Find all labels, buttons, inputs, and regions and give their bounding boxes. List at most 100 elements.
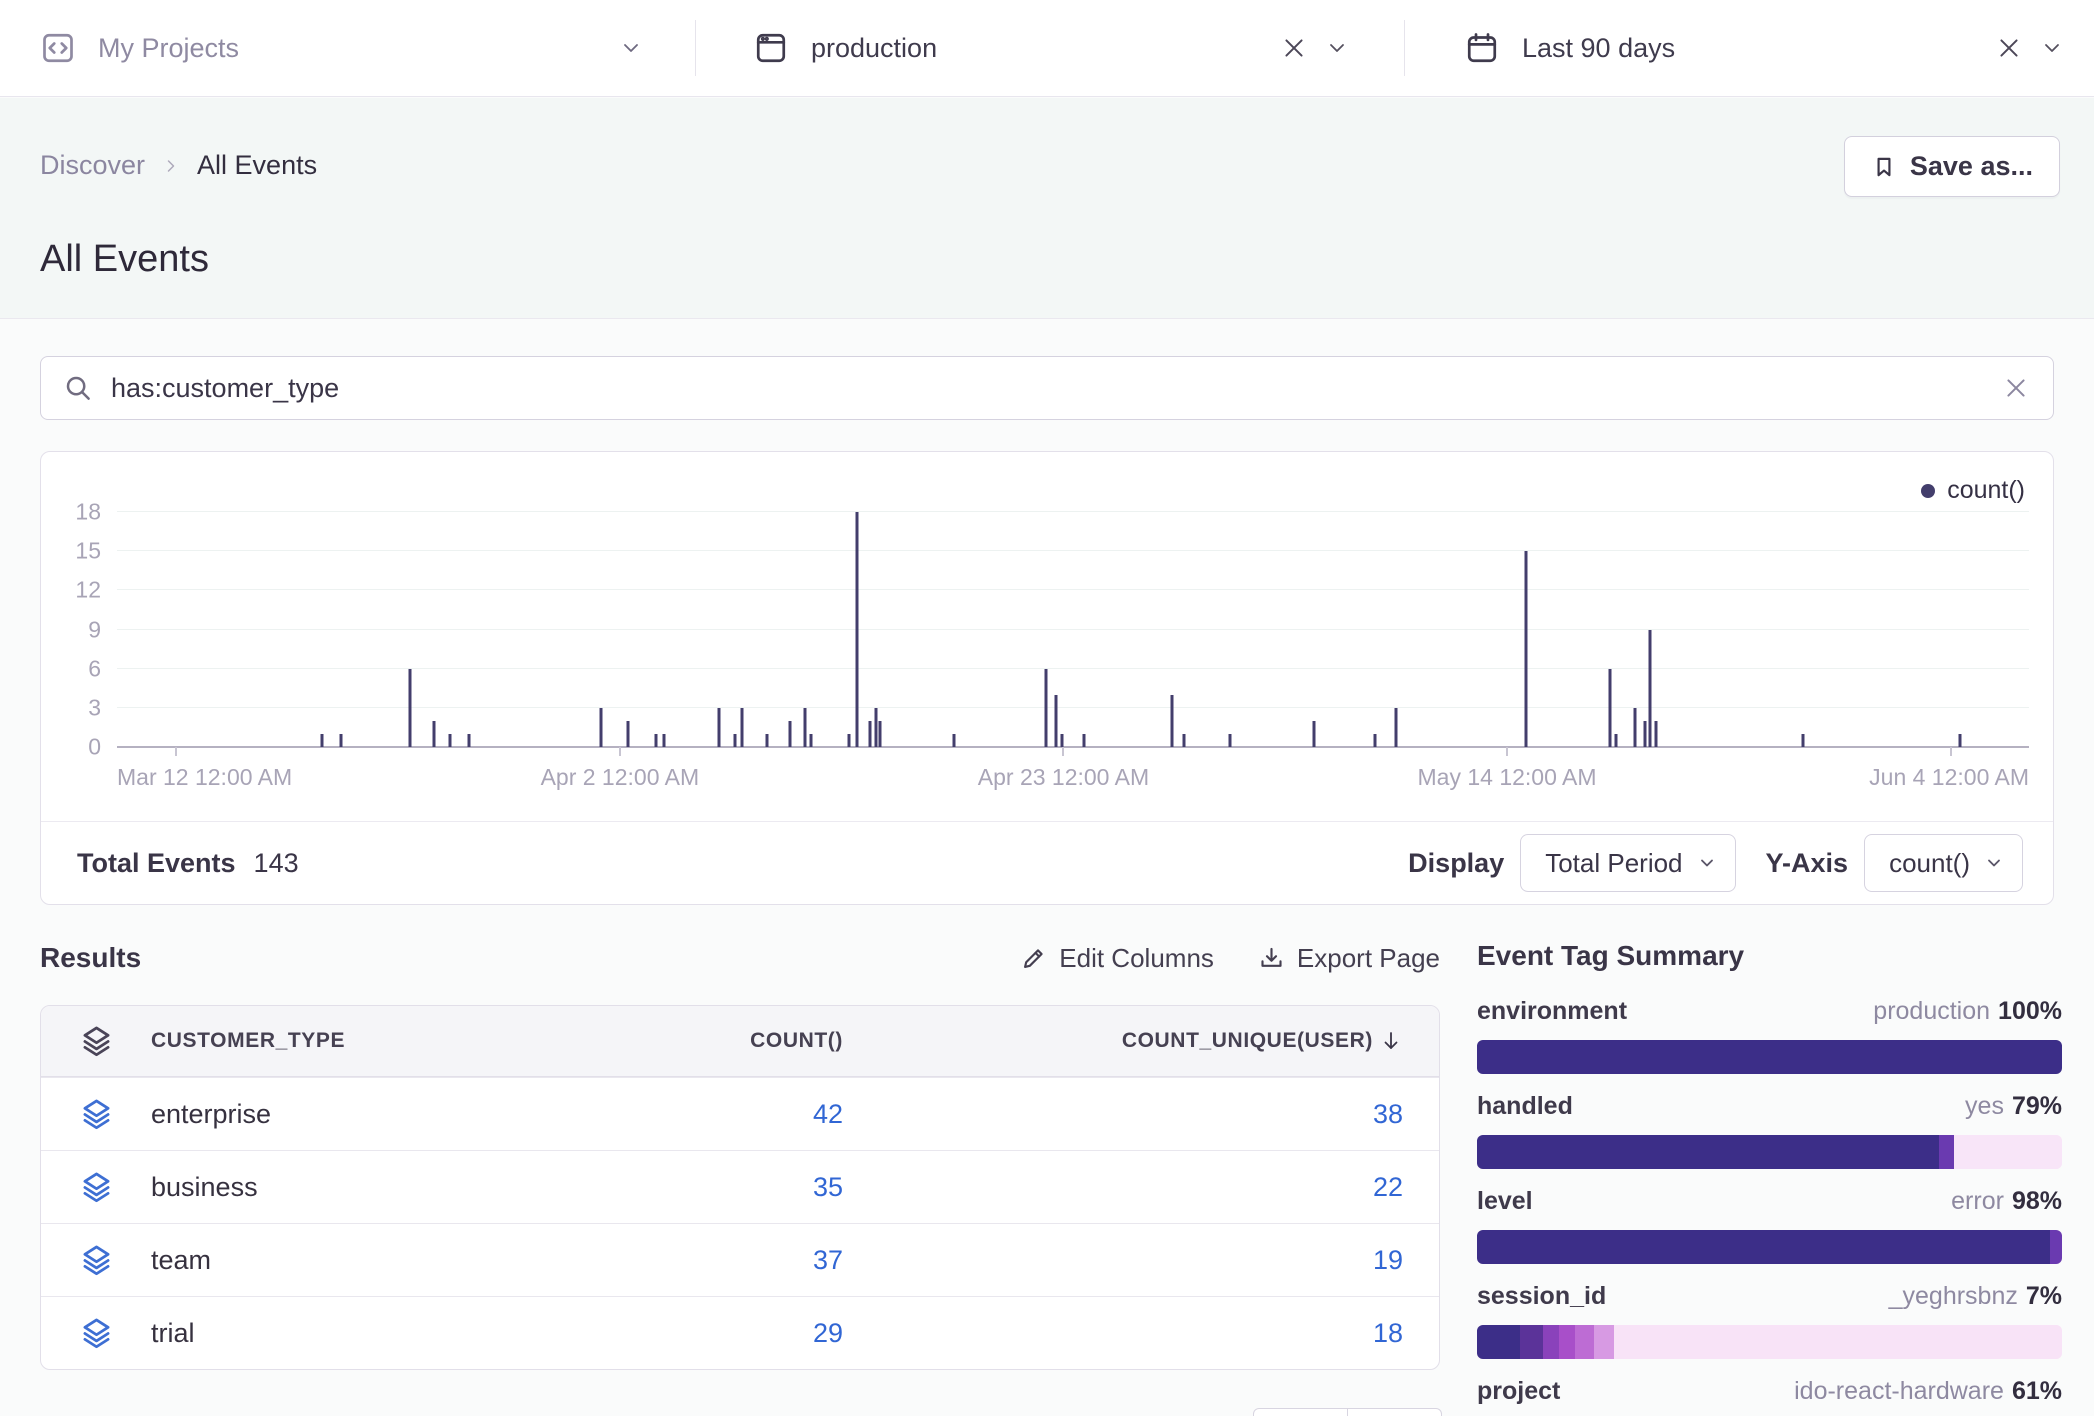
clear-date-range-icon[interactable]: [1996, 35, 2022, 61]
cell-customer-type: enterprise: [151, 1099, 619, 1130]
breadcrumb: Discover All Events: [40, 150, 317, 181]
events-chart-panel: count() 1815129630 Mar 12 12:00 AMApr 2 …: [40, 451, 2054, 905]
tag-percent: 79%: [2012, 1092, 2062, 1120]
search-icon: [63, 373, 93, 403]
table-row: business 35 22: [41, 1150, 1439, 1223]
tag-bar-level[interactable]: [1477, 1230, 2062, 1264]
tag-name: level: [1477, 1186, 1533, 1216]
tag-top-value: yes79%: [1965, 1091, 2062, 1121]
clear-environment-icon[interactable]: [1281, 35, 1307, 61]
clear-search-icon[interactable]: [2003, 375, 2029, 401]
date-range-filter[interactable]: Last 90 days: [1405, 0, 2094, 96]
cell-count-unique-link[interactable]: 38: [879, 1099, 1439, 1130]
display-select[interactable]: Total Period: [1520, 834, 1735, 892]
cell-customer-type: team: [151, 1245, 619, 1276]
results-table: CUSTOMER_TYPE COUNT() COUNT_UNIQUE(USER)…: [40, 1005, 1440, 1370]
save-as-label: Save as...: [1910, 151, 2033, 182]
tag-bar-handled[interactable]: [1477, 1135, 2062, 1169]
discover-all-events-page: My Projects production Last 90 days Disc…: [0, 0, 2094, 1416]
display-select-value: Total Period: [1545, 848, 1682, 879]
column-header-count[interactable]: COUNT(): [619, 1029, 879, 1053]
chart-plot[interactable]: 1815129630: [117, 512, 2029, 747]
tag-group-handled: handled yes79%: [1477, 1091, 2062, 1169]
layers-icon: [78, 1096, 115, 1133]
tag-bar-session-id[interactable]: [1477, 1325, 2062, 1359]
calendar-icon: [1464, 30, 1500, 66]
tag-top-value: ido-react-hardware61%: [1794, 1376, 2062, 1406]
chart-x-axis-line: [117, 746, 2029, 748]
tag-top-value: production100%: [1873, 996, 2062, 1026]
cell-count-unique-link[interactable]: 19: [879, 1245, 1439, 1276]
edit-columns-label: Edit Columns: [1059, 943, 1214, 974]
project-selector[interactable]: My Projects: [0, 0, 695, 96]
download-icon: [1258, 945, 1285, 972]
tag-top-value: error98%: [1951, 1186, 2062, 1216]
table-row: enterprise 42 38: [41, 1077, 1439, 1150]
chart-x-axis: Mar 12 12:00 AMApr 2 12:00 AMApr 23 12:0…: [117, 764, 2029, 794]
top-bar: My Projects production Last 90 days: [0, 0, 2094, 97]
tag-summary-heading: Event Tag Summary: [1477, 940, 2062, 972]
layers-icon: [78, 1315, 115, 1352]
table-header-row: CUSTOMER_TYPE COUNT() COUNT_UNIQUE(USER): [41, 1006, 1439, 1077]
tag-top-value: _yeghrsbnz7%: [1889, 1281, 2062, 1311]
tag-percent: 98%: [2012, 1187, 2062, 1215]
total-events-label: Total Events: [77, 848, 236, 879]
project-selector-value: My Projects: [98, 33, 239, 64]
event-tag-summary: Event Tag Summary environment production…: [1477, 940, 2062, 1416]
projects-icon: [40, 30, 76, 66]
column-header-customer-type[interactable]: CUSTOMER_TYPE: [151, 1029, 619, 1053]
cell-count-link[interactable]: 42: [619, 1099, 879, 1130]
next-page-button[interactable]: [1347, 1408, 1442, 1416]
tag-name: session_id: [1477, 1281, 1606, 1311]
legend-dot: [1921, 484, 1935, 498]
chevron-down-icon: [1984, 853, 2004, 873]
date-range-value: Last 90 days: [1522, 33, 1675, 64]
tag-name: project: [1477, 1376, 1560, 1406]
cell-count-link[interactable]: 35: [619, 1172, 879, 1203]
chevron-down-icon[interactable]: [619, 36, 643, 60]
environment-filter[interactable]: production: [696, 0, 1404, 96]
layers-icon: [78, 1023, 115, 1060]
legend-label: count(): [1947, 476, 2025, 505]
tag-group-session-id: session_id _yeghrsbnz7%: [1477, 1281, 2062, 1359]
results-heading: Results: [40, 942, 141, 974]
breadcrumb-discover-link[interactable]: Discover: [40, 150, 145, 181]
cell-count-link[interactable]: 37: [619, 1245, 879, 1276]
total-events-value: 143: [254, 848, 299, 879]
page-title: All Events: [40, 238, 209, 281]
pagination: [1253, 1408, 1442, 1416]
save-as-button[interactable]: Save as...: [1844, 136, 2060, 197]
tag-name: handled: [1477, 1091, 1573, 1121]
edit-columns-button[interactable]: Edit Columns: [1020, 943, 1214, 974]
cell-count-link[interactable]: 29: [619, 1318, 879, 1349]
chevron-down-icon[interactable]: [2040, 36, 2064, 60]
breadcrumb-current: All Events: [197, 150, 317, 181]
previous-page-button[interactable]: [1253, 1408, 1348, 1416]
pencil-icon: [1020, 945, 1047, 972]
tag-group-environment: environment production100%: [1477, 996, 2062, 1074]
yaxis-select-value: count(): [1889, 848, 1970, 879]
tag-percent: 61%: [2012, 1377, 2062, 1405]
chevron-right-icon: [161, 156, 181, 176]
cell-count-unique-link[interactable]: 18: [879, 1318, 1439, 1349]
chevron-down-icon[interactable]: [1325, 36, 1349, 60]
column-header-count-unique-user[interactable]: COUNT_UNIQUE(USER): [879, 1029, 1439, 1053]
sort-desc-arrow-icon: [1379, 1029, 1403, 1053]
export-page-label: Export Page: [1297, 943, 1440, 974]
results-header-row: Results Edit Columns Export Page: [40, 936, 1440, 980]
search-input[interactable]: [111, 373, 2003, 404]
export-page-button[interactable]: Export Page: [1258, 943, 1440, 974]
cell-count-unique-link[interactable]: 22: [879, 1172, 1439, 1203]
chart-footer: Total Events 143 Display Total Period Y-…: [41, 821, 2053, 904]
tag-group-level: level error98%: [1477, 1186, 2062, 1264]
yaxis-label: Y-Axis: [1766, 848, 1849, 879]
tag-bar-environment[interactable]: [1477, 1040, 2062, 1074]
layers-icon: [78, 1242, 115, 1279]
table-row: team 37 19: [41, 1223, 1439, 1296]
tag-percent: 7%: [2026, 1282, 2062, 1310]
tag-group-project: project ido-react-hardware61%: [1477, 1376, 2062, 1416]
table-row: trial 29 18: [41, 1296, 1439, 1369]
yaxis-select[interactable]: count(): [1864, 834, 2023, 892]
layers-icon: [78, 1169, 115, 1206]
chart-legend: count(): [1921, 476, 2025, 505]
